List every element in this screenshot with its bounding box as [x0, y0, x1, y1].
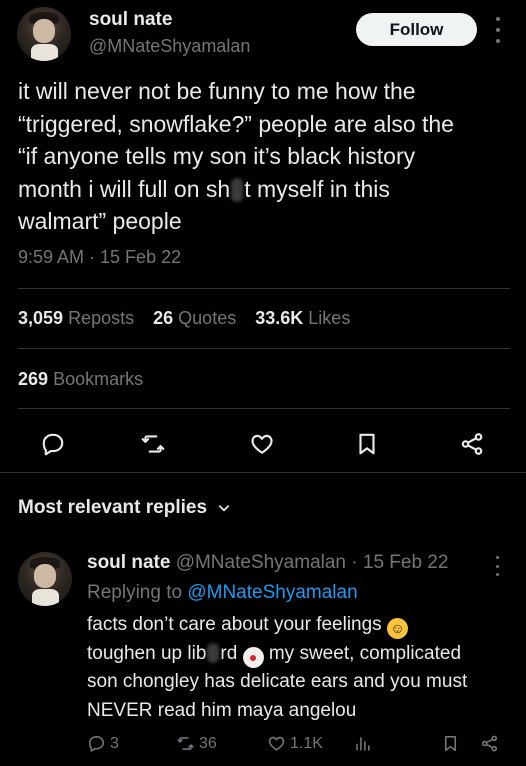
follow-button[interactable]: Follow [356, 13, 477, 46]
share-icon [481, 735, 498, 752]
like-count: 1.1K [290, 734, 323, 752]
reply-count: 3 [110, 734, 119, 752]
reply-views-button[interactable] [353, 734, 372, 753]
reply-author-avatar[interactable] [18, 552, 72, 606]
replies-sort-dropdown[interactable]: Most relevant replies [18, 497, 231, 519]
bookmarks-stat[interactable]: 269 Bookmarks [18, 369, 143, 390]
reply-meta: soul nate @MNateShyamalan · 15 Feb 22 [87, 552, 448, 574]
tweet-text-line: walmart” people [18, 208, 182, 234]
divider [0, 472, 526, 473]
reply-icon[interactable] [37, 428, 69, 460]
tweet-timestamp[interactable]: 9:59 AM · 15 Feb 22 [18, 247, 181, 268]
author-avatar[interactable] [17, 7, 71, 61]
repost-icon [177, 737, 194, 750]
tweet-text-line: month i will full on sh t myself in this [18, 173, 513, 206]
tweet-text: it will never not be funny to me how the… [18, 75, 513, 238]
tweet-text-fragment: month i will full on sh [18, 175, 231, 202]
reply-reply-button[interactable]: 3 [87, 734, 119, 753]
author-display-name[interactable]: soul nate [89, 9, 172, 31]
reply-icon [88, 735, 105, 752]
reply-text-fragment: rd [220, 642, 238, 664]
bookmark-icon [444, 735, 457, 752]
reply-author-name[interactable]: soul nate [87, 552, 170, 573]
reply-text-fragment: my sweet, complicated [268, 642, 462, 664]
tweet-action-bar [0, 420, 526, 470]
more-options-icon[interactable] [491, 17, 505, 43]
reply-handle-date[interactable]: @MNateShyamalan · 15 Feb 22 [176, 552, 449, 573]
censor-blur [207, 643, 220, 664]
replying-to-link[interactable]: @MNateShyamalan [187, 582, 357, 603]
tweet-header: soul nate @MNateShyamalan Follow [0, 0, 526, 70]
reply-text-line: toughen up lib rd ● my sweet, complicated [87, 640, 517, 669]
reply-text-fragment: facts don’t care about your feelings [87, 614, 382, 635]
tweet-text-line: “triggered, snowflake?” people are also … [18, 110, 454, 137]
reply-text-line: NEVER read him maya angelou [87, 699, 357, 721]
quotes-stat[interactable]: 26 Quotes [153, 308, 236, 328]
divider [18, 348, 510, 349]
tweet-text-line: “if anyone tells my son it’s black histo… [18, 143, 416, 169]
reply-more-options-icon[interactable] [492, 556, 502, 576]
reply-like-button[interactable]: 1.1K [267, 734, 323, 753]
divider [18, 408, 510, 409]
reply-text: facts don’t care about your feelings ☺ t… [87, 611, 517, 725]
replies-section-title: Most relevant replies [18, 497, 208, 518]
divider [18, 288, 510, 289]
engagement-stats: 3,059 Reposts 26 Quotes 33.6K Likes [18, 308, 364, 329]
reply-action-bar: 3 36 1.1K [0, 732, 526, 760]
tweet-text-fragment: t myself in this [244, 175, 390, 202]
clown-emoji-icon: ● [242, 646, 264, 668]
author-handle[interactable]: @MNateShyamalan [89, 36, 250, 57]
reply-repost-button[interactable]: 36 [176, 734, 217, 753]
like-icon[interactable] [246, 428, 278, 460]
replying-to: Replying to @MNateShyamalan [87, 582, 358, 604]
reply-text-fragment: toughen up lib [87, 642, 207, 664]
like-icon [268, 736, 285, 751]
share-icon[interactable] [456, 428, 488, 460]
bookmark-icon[interactable] [351, 428, 383, 460]
chevron-down-icon [219, 505, 229, 512]
repost-count: 36 [199, 734, 217, 752]
reply-text-line: facts don’t care about your feelings ☺ [87, 611, 517, 640]
reply-text-line: son chongley has delicate ears and you m… [87, 671, 468, 692]
censor-blur [231, 178, 244, 203]
likes-stat[interactable]: 33.6K Likes [255, 308, 350, 328]
laughing-emoji-icon: ☺ [386, 618, 408, 639]
reply-bookmark-button[interactable] [441, 734, 460, 753]
tweet-text-line: it will never not be funny to me how the [18, 78, 416, 104]
reposts-stat[interactable]: 3,059 Reposts [18, 308, 134, 328]
repost-icon[interactable] [137, 428, 169, 460]
reply-share-button[interactable] [480, 734, 499, 753]
views-icon [356, 737, 370, 751]
replying-to-prefix: Replying to [87, 582, 183, 603]
